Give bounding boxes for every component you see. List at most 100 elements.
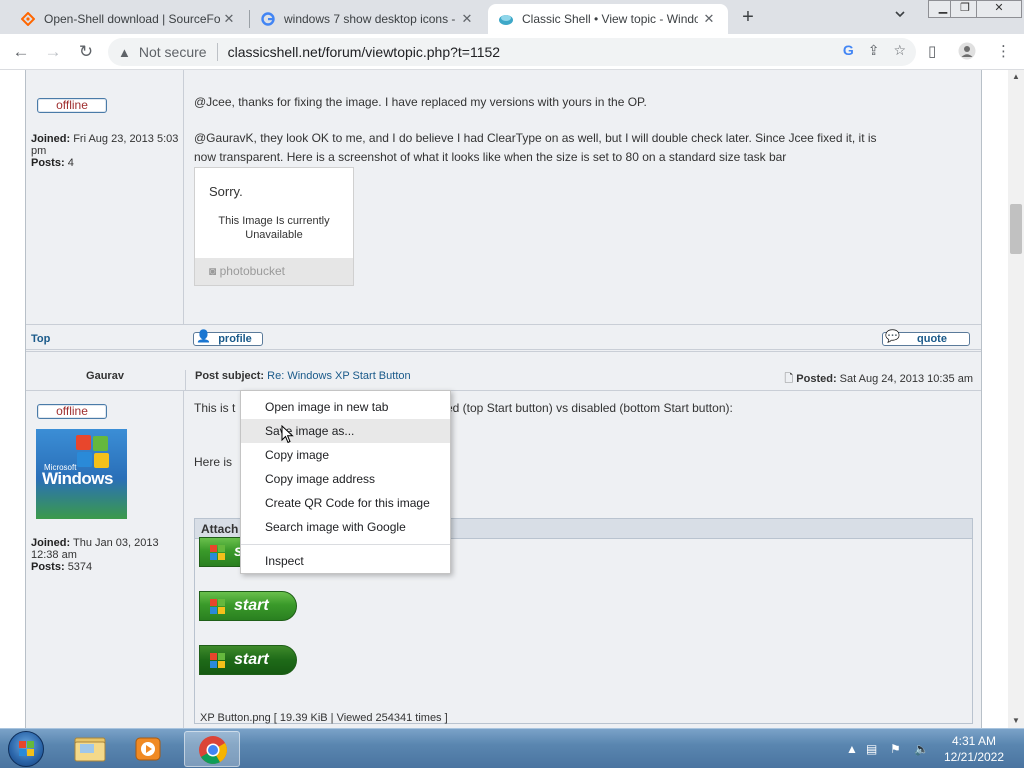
omnibox-divider — [216, 43, 218, 61]
post1-profile-column: offline Joined: Fri Aug 23, 2013 5:03 pm… — [26, 70, 184, 324]
joined-label: Joined: — [31, 133, 71, 145]
google-icon — [260, 11, 276, 27]
unavailable-image[interactable]: Sorry. This Image Is currently Unavailab… — [194, 167, 354, 286]
post2-profile-column: offline Microsoft Windows Joined: Thu Ja… — [26, 391, 184, 728]
offline-badge: offline — [37, 404, 107, 419]
camera-icon: ◙ — [209, 264, 217, 278]
bookmark-star-icon[interactable]: ☆ — [893, 42, 906, 59]
share-icon[interactable]: ⇪ — [868, 42, 880, 59]
windows-flag-icon — [76, 435, 110, 469]
side-panel-icon[interactable]: ▯ — [928, 42, 936, 60]
menu-save-image-as[interactable]: Save image as... — [241, 419, 450, 443]
mouse-cursor-icon — [281, 425, 294, 444]
avatar: Microsoft Windows — [36, 429, 127, 519]
reload-icon[interactable]: ↻ — [74, 40, 98, 64]
google-lens-icon[interactable]: G — [843, 42, 854, 59]
subject-link[interactable]: Re: Windows XP Start Button — [267, 370, 410, 382]
photobucket-brand: photobucket — [219, 264, 285, 278]
sourceforge-icon — [20, 11, 36, 27]
post-paragraph: now transparent. Here is a screenshot of… — [194, 150, 787, 164]
posts-value: 4 — [67, 157, 74, 169]
menu-inspect[interactable]: Inspect — [241, 549, 450, 573]
menu-copy-image-address[interactable]: Copy image address — [241, 467, 450, 491]
avatar-brand: Windows — [42, 469, 113, 488]
volume-icon[interactable]: 🔈 — [914, 742, 929, 756]
post-text-start: Here is — [194, 455, 233, 469]
vertical-scrollbar[interactable]: ▲ ▼ — [1008, 70, 1024, 728]
quote-label: quote — [917, 333, 947, 345]
taskbar-chrome[interactable] — [184, 731, 240, 767]
joined-info: Joined: Thu Jan 03, 2013 12:38 am — [31, 537, 183, 561]
omnibox-actions: G ⇪ ☆ — [843, 42, 906, 59]
top-link[interactable]: Top — [31, 333, 50, 345]
start-label: start — [234, 597, 269, 614]
image-sorry: Sorry. — [209, 184, 243, 199]
page-viewport: offline Joined: Fri Aug 23, 2013 5:03 pm… — [0, 70, 1008, 728]
menu-copy-image[interactable]: Copy image — [241, 443, 450, 467]
scrollbar-thumb[interactable] — [1010, 204, 1022, 254]
post-paragraph: @GauravK, they look OK to me, and I do b… — [194, 131, 877, 145]
taskbar-media-player[interactable] — [122, 731, 178, 767]
menu-search-image-google[interactable]: Search image with Google — [241, 515, 450, 539]
url-text[interactable]: classicshell.net/forum/viewtopic.php?t=1… — [228, 44, 501, 60]
start-button-image[interactable]: start — [199, 645, 297, 675]
close-tab-icon[interactable]: ✕ — [220, 10, 238, 28]
new-tab-button[interactable]: + — [736, 6, 760, 30]
scroll-up-arrow-icon[interactable]: ▲ — [1008, 70, 1024, 84]
security-label[interactable]: Not secure — [139, 44, 207, 60]
menu-create-qr-code[interactable]: Create QR Code for this image — [241, 491, 450, 515]
folder-icon — [74, 737, 106, 762]
tab-search-chevron-icon[interactable] — [894, 8, 906, 23]
post-paragraph: @Jcee, thanks for fixing the image. I ha… — [194, 95, 647, 109]
tab-strip: Open-Shell download | SourceFo ✕ windows… — [0, 0, 1024, 34]
joined-label: Joined: — [31, 537, 71, 549]
posts-label: Posts: — [31, 561, 65, 573]
user-icon: 👤 — [196, 329, 211, 343]
tab-title: Classic Shell • View topic - Windo — [522, 12, 698, 26]
profile-button[interactable]: 👤 profile — [193, 329, 263, 346]
windows-flag-icon — [210, 653, 226, 669]
clock-time: 4:31 AM — [951, 734, 997, 748]
tab-classic-shell[interactable]: Classic Shell • View topic - Windo ✕ — [488, 4, 728, 34]
profile-label: profile — [218, 333, 252, 345]
system-clock[interactable]: 4:31 AM 12/21/2022 — [934, 733, 1014, 765]
posted-label: Posted: — [796, 373, 837, 385]
scroll-down-arrow-icon[interactable]: ▼ — [1008, 714, 1024, 728]
posted-date: 🗋 Posted: Sat Aug 24, 2013 10:35 am — [784, 370, 973, 389]
tab-open-shell[interactable]: Open-Shell download | SourceFo ✕ — [10, 4, 248, 34]
action-center-flag-icon[interactable]: ⚑ — [890, 742, 901, 756]
image-message-line: Unavailable — [245, 229, 303, 241]
quote-button[interactable]: 💬 quote — [882, 329, 970, 346]
post-subject: Post subject: Re: Windows XP Start Butto… — [195, 370, 411, 382]
attachment-file-info: XP Button.png [ 19.39 KiB | Viewed 25434… — [200, 712, 448, 724]
tab-title: windows 7 show desktop icons - — [284, 12, 456, 26]
back-arrow-icon[interactable]: ← — [9, 40, 33, 64]
quote-bubble-icon: 💬 — [885, 329, 900, 343]
profile-avatar-icon[interactable] — [958, 42, 976, 64]
start-orb[interactable] — [8, 731, 44, 767]
address-bar[interactable]: ▲ Not secure classicshell.net/forum/view… — [108, 38, 916, 66]
close-tab-icon[interactable]: ✕ — [458, 10, 476, 28]
browser-toolbar: ← → ↻ ▲ Not secure classicshell.net/foru… — [0, 34, 1024, 70]
close-tab-icon[interactable]: ✕ — [700, 10, 718, 28]
network-icon[interactable]: ▤ — [866, 742, 877, 756]
menu-separator — [241, 544, 450, 545]
photobucket-bar: ◙ photobucket — [195, 258, 353, 285]
start-button-image[interactable]: start — [199, 591, 297, 621]
post-author[interactable]: Gaurav — [26, 370, 184, 382]
subject-label: Post subject: — [195, 370, 265, 382]
taskbar-explorer[interactable] — [62, 731, 118, 767]
menu-open-image-new-tab[interactable]: Open image in new tab — [241, 395, 450, 419]
chrome-icon — [199, 736, 227, 764]
warning-icon[interactable]: ▲ — [118, 45, 131, 60]
tab-windows7[interactable]: windows 7 show desktop icons - ✕ — [250, 4, 486, 34]
show-hidden-icons-arrow-icon[interactable]: ▲ — [846, 742, 858, 756]
posts-label: Posts: — [31, 157, 65, 169]
post2-header: Post subject: Re: Windows XP Start Butto… — [185, 370, 981, 390]
forward-arrow-icon[interactable]: → — [41, 40, 65, 64]
close-window-button[interactable]: ✕ — [976, 0, 1022, 18]
post-footer: Top 👤 profile 💬 quote — [26, 324, 981, 352]
forum-topic: offline Joined: Fri Aug 23, 2013 5:03 pm… — [25, 70, 982, 728]
classic-shell-icon — [498, 11, 514, 27]
menu-kebab-icon[interactable]: ⋮ — [996, 42, 1011, 60]
